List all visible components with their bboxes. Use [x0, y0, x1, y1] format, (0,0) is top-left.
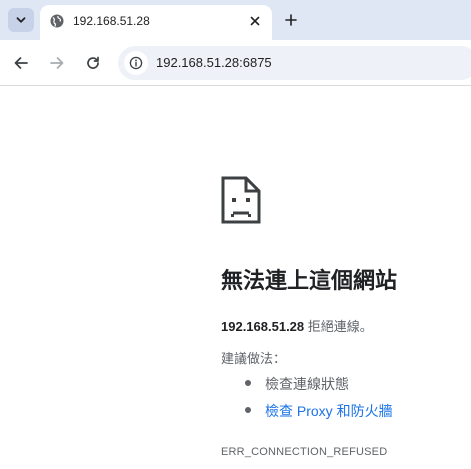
- plus-icon: [285, 14, 297, 26]
- back-button[interactable]: [11, 53, 31, 73]
- bullet-icon: [245, 380, 251, 386]
- suggestion-link[interactable]: 檢查 Proxy 和防火牆: [265, 403, 393, 419]
- back-arrow-icon: [14, 57, 28, 69]
- error-message: 192.168.51.28 拒絕連線。: [221, 316, 373, 335]
- error-code: ERR_CONNECTION_REFUSED: [221, 446, 388, 458]
- bullet-icon: [245, 407, 251, 413]
- sad-page-icon: [221, 176, 261, 224]
- url-text: 192.168.51.28:6875: [156, 55, 272, 70]
- error-page: 無法連上這個網站 192.168.51.28 拒絕連線。 建議做法： 檢查連線狀…: [0, 87, 471, 469]
- reload-icon: [87, 56, 99, 69]
- close-icon: [250, 16, 260, 26]
- globe-icon: [50, 14, 64, 28]
- suggestion-label: 檢查連線狀態: [265, 376, 349, 392]
- tab-search-button[interactable]: [8, 8, 34, 32]
- active-tab[interactable]: 192.168.51.28: [40, 5, 272, 40]
- address-bar[interactable]: 192.168.51.28:6875: [118, 46, 471, 80]
- new-tab-button[interactable]: [281, 10, 301, 30]
- reload-button[interactable]: [83, 53, 103, 73]
- suggestions-heading: 建議做法：: [221, 351, 287, 366]
- tab-title: 192.168.51.28: [73, 14, 150, 28]
- tab-strip: 192.168.51.28: [0, 0, 471, 40]
- suggestions-list: 檢查連線狀態 檢查 Proxy 和防火牆: [243, 374, 393, 428]
- forward-button[interactable]: [47, 53, 67, 73]
- suggestion-check-proxy-firewall[interactable]: 檢查 Proxy 和防火牆: [243, 401, 393, 428]
- error-detail: 拒絕連線。: [304, 319, 373, 334]
- forward-arrow-icon: [50, 57, 64, 69]
- chevron-down-icon: [16, 17, 26, 23]
- suggestion-check-connection: 檢查連線狀態: [243, 374, 393, 401]
- site-info-button[interactable]: [124, 51, 148, 75]
- error-title: 無法連上這個網站: [221, 268, 398, 293]
- toolbar: 192.168.51.28:6875: [0, 40, 471, 86]
- tab-close-button[interactable]: [247, 13, 263, 29]
- error-host: 192.168.51.28: [221, 319, 305, 334]
- info-icon: [129, 56, 143, 70]
